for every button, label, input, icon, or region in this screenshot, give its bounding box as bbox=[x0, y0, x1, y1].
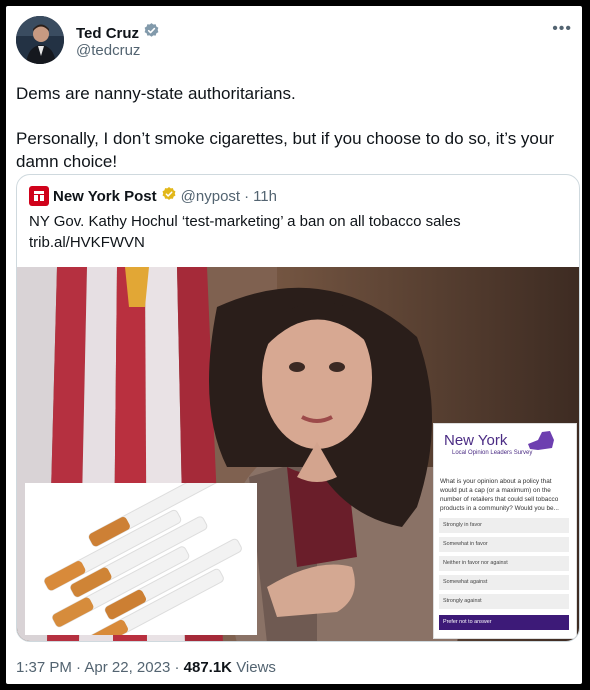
tweet-date[interactable]: Apr 22, 2023 bbox=[84, 659, 170, 676]
survey-option: Somewhat in favor bbox=[439, 537, 569, 552]
tweet-paragraph: Dems are nanny-state authoritarians. bbox=[16, 84, 296, 103]
dot-separator: · bbox=[174, 659, 180, 676]
verified-badge-icon bbox=[143, 22, 160, 44]
quoted-author-handle[interactable]: @nypost bbox=[181, 188, 240, 205]
quoted-tweet[interactable]: New York Post @nypost · 11h NY Gov. Kath… bbox=[16, 174, 580, 642]
author-name[interactable]: Ted Cruz bbox=[76, 25, 139, 42]
survey-title: New York bbox=[444, 432, 508, 449]
dot-separator: · bbox=[244, 187, 250, 205]
survey-image: New York Local Opinion Leaders Survey Wh… bbox=[433, 423, 577, 639]
survey-option: Somewhat against bbox=[439, 575, 569, 590]
nypost-logo-icon bbox=[29, 186, 49, 206]
tweet-paragraph: Personally, I don’t smoke cigarettes, bu… bbox=[16, 129, 554, 171]
quoted-link[interactable]: trib.al/HVKFWVN bbox=[29, 232, 569, 253]
avatar[interactable] bbox=[16, 16, 64, 64]
quoted-headline: NY Gov. Kathy Hochul ‘test-marketing’ a … bbox=[29, 213, 461, 230]
quoted-header: New York Post @nypost · 11h bbox=[29, 186, 277, 206]
tweet-card: Ted Cruz @tedcruz ••• Dems are nanny-sta… bbox=[6, 6, 582, 684]
author-row: Ted Cruz bbox=[76, 22, 160, 44]
tweet-time[interactable]: 1:37 PM bbox=[16, 659, 72, 676]
more-options-icon[interactable]: ••• bbox=[552, 20, 572, 38]
quoted-time[interactable]: 11h bbox=[253, 188, 277, 205]
survey-option: Strongly against bbox=[439, 594, 569, 609]
verified-gold-badge-icon bbox=[161, 186, 177, 206]
views-count: 487.1K bbox=[183, 659, 233, 676]
survey-question: What is your opinion about a policy that… bbox=[440, 478, 559, 512]
author-handle[interactable]: @tedcruz bbox=[76, 42, 140, 59]
views-label: Views bbox=[236, 659, 276, 676]
survey-subtitle: Local Opinion Leaders Survey bbox=[452, 450, 533, 456]
survey-option-selected: Prefer not to answer bbox=[439, 615, 569, 630]
survey-option: Neither in favor nor against bbox=[439, 556, 569, 571]
quoted-text: NY Gov. Kathy Hochul ‘test-marketing’ a … bbox=[29, 211, 569, 253]
dot-separator: · bbox=[76, 659, 82, 676]
survey-option: Strongly in favor bbox=[439, 518, 569, 533]
quoted-author-name[interactable]: New York Post bbox=[53, 188, 157, 205]
quoted-media-image[interactable]: New York Local Opinion Leaders Survey Wh… bbox=[17, 267, 579, 641]
tweet-footer: 1:37 PM · Apr 22, 2023 · 487.1K Views bbox=[16, 659, 276, 676]
cigarettes-image bbox=[25, 465, 257, 641]
